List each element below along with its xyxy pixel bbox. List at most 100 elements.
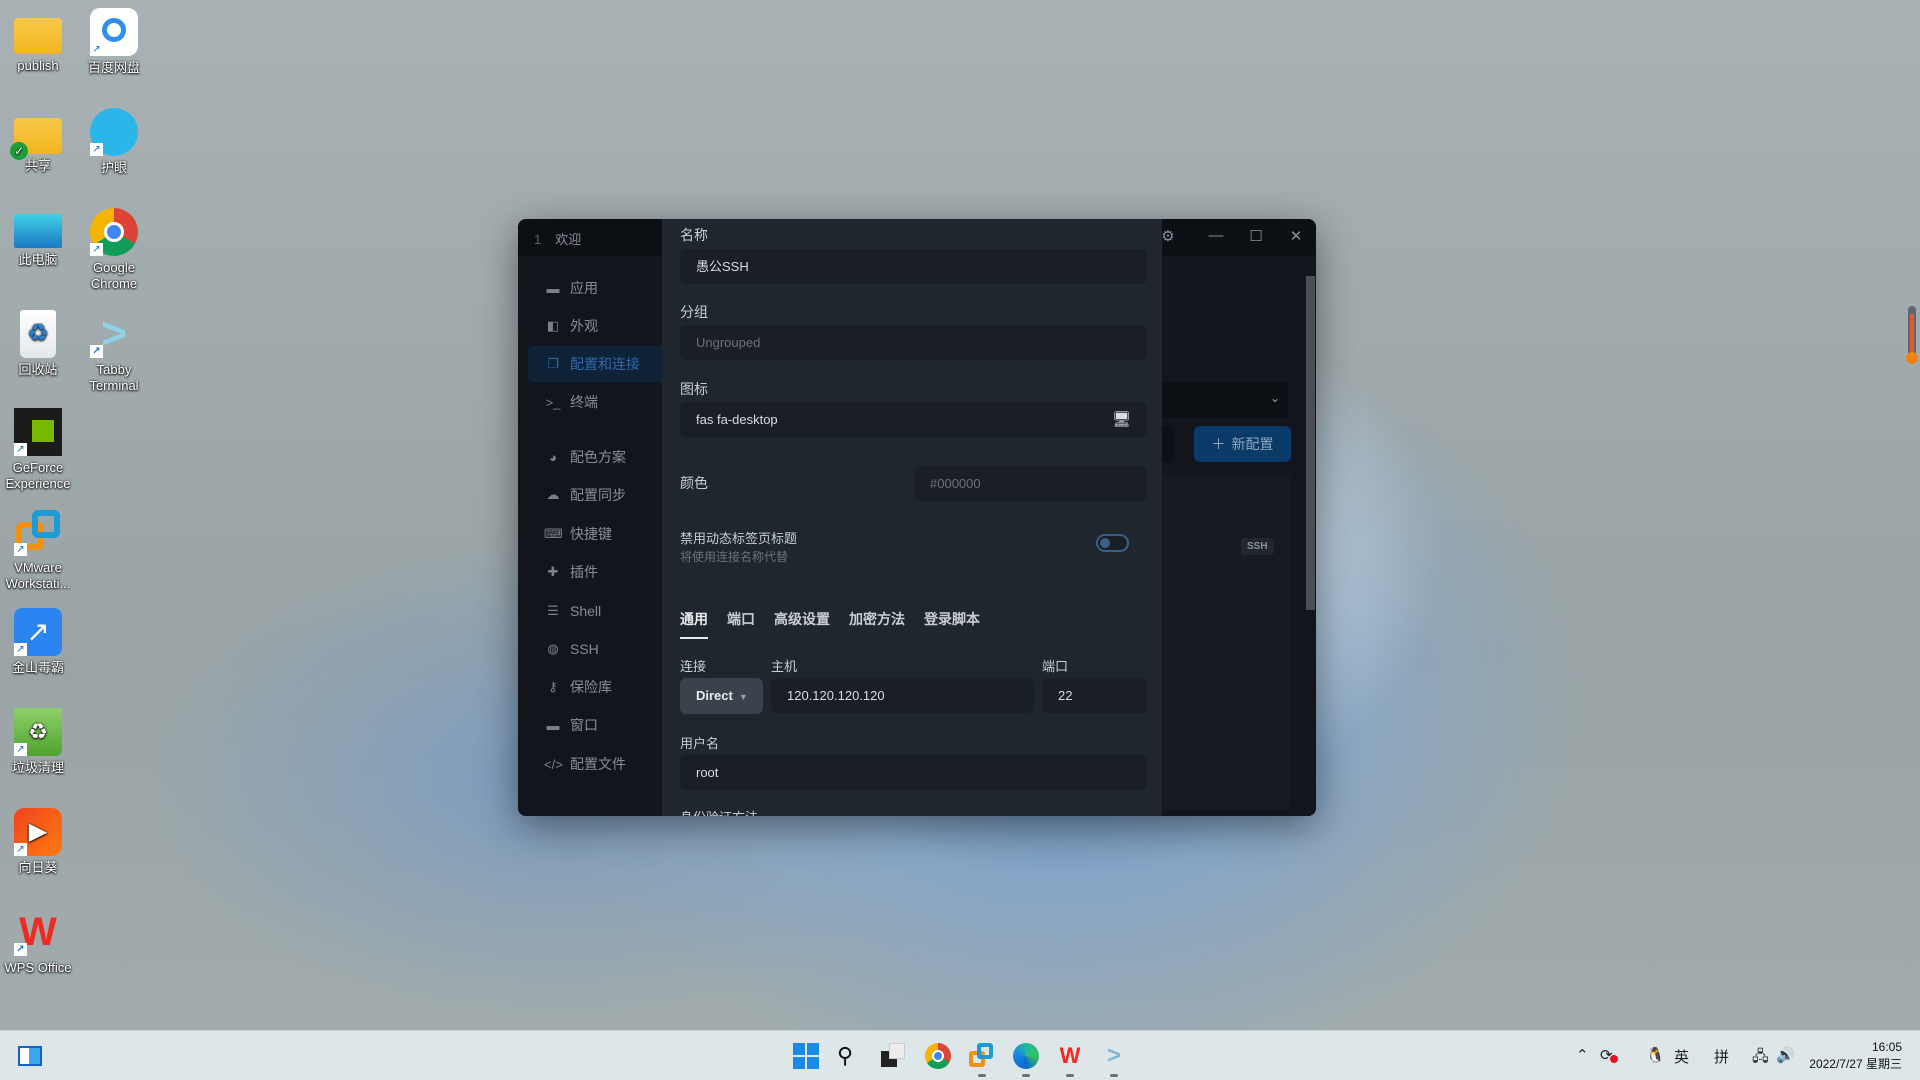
- tab-ports[interactable]: 端口: [727, 609, 755, 639]
- window-icon: ▬: [546, 280, 560, 296]
- sync-icon[interactable]: ⟳: [1600, 1046, 1618, 1064]
- sidebar-item-window[interactable]: ▬ 窗口: [528, 707, 662, 743]
- edge-icon[interactable]: [1013, 1043, 1039, 1077]
- profiles-panel: ⌄ ＋ 新配置 SSH: [1162, 256, 1316, 816]
- geforce-icon: ↗: [14, 408, 62, 456]
- folder-icon: [14, 18, 62, 54]
- thermometer-widget[interactable]: [1906, 306, 1918, 364]
- scrollbar[interactable]: [1306, 276, 1315, 610]
- profile-list: SSH: [1162, 475, 1291, 810]
- profile-type-badge: SSH: [1241, 538, 1274, 555]
- clock-time: 16:05: [1871, 1040, 1902, 1054]
- name-input[interactable]: 愚公SSH: [680, 249, 1147, 284]
- desktop-icon-label: 此电脑: [18, 252, 58, 267]
- tabby-icon[interactable]: >: [1101, 1043, 1127, 1077]
- minimize-button[interactable]: —: [1206, 227, 1226, 244]
- host-label: 主机: [771, 659, 798, 674]
- ime-language[interactable]: 英: [1674, 1046, 1689, 1067]
- desktop-icon-wps[interactable]: W ↗ WPS Office: [0, 908, 80, 976]
- sidebar-item-plugins[interactable]: ✚ 插件: [528, 554, 662, 590]
- window-icon: ▬: [546, 717, 560, 733]
- group-input[interactable]: Ungrouped: [680, 325, 1147, 360]
- sidebar-item-label: SSH: [570, 641, 599, 657]
- sidebar-item-vault[interactable]: ⚷ 保险库: [528, 669, 662, 705]
- search-icon[interactable]: ⚲: [837, 1043, 863, 1069]
- sidebar-item-label: 配置同步: [570, 487, 626, 503]
- chrome-icon: ↗: [90, 208, 138, 256]
- volume-icon[interactable]: 🔊: [1776, 1046, 1795, 1064]
- show-hidden-icons-chevron[interactable]: ⌃: [1576, 1046, 1589, 1064]
- desktop-icon-sunflower[interactable]: ▶ ↗ 向日葵: [0, 808, 80, 876]
- sidebar-item-sync[interactable]: ☁ 配置同步: [528, 477, 662, 513]
- connection-dropdown[interactable]: Direct ▼: [680, 678, 763, 714]
- clock[interactable]: 16:05 2022/7/27 星期三: [1809, 1039, 1902, 1073]
- tab-ciphers[interactable]: 加密方法: [849, 609, 905, 639]
- desktop-icon-publish[interactable]: publish: [0, 10, 80, 74]
- desktop-icon-kingsoft[interactable]: ↗ ↗ 金山毒霸: [0, 608, 80, 676]
- profile-search-input[interactable]: [1162, 426, 1174, 462]
- sidebar-item-label: 插件: [570, 564, 598, 580]
- sidebar-item-label: 快捷键: [570, 526, 612, 542]
- desktop-icon-baidu[interactable]: ↗ 百度网盘: [72, 8, 156, 76]
- desktop-icon-recycle[interactable]: ♻ 回收站: [0, 310, 80, 378]
- ime-mode[interactable]: 拼: [1714, 1046, 1729, 1067]
- tab-login-scripts[interactable]: 登录脚本: [924, 609, 980, 639]
- desktop-icon-label: 百度网盘: [87, 60, 140, 75]
- tab-advanced[interactable]: 高级设置: [774, 609, 830, 639]
- start-icon[interactable]: [793, 1043, 819, 1069]
- sidebar-item-profiles[interactable]: ❐ 配置和连接: [528, 346, 662, 382]
- sidebar-item-configfile[interactable]: </> 配置文件: [528, 746, 662, 782]
- cloud-icon: ☁: [546, 487, 560, 502]
- desktop-icon-label: GeForce Experience: [5, 460, 71, 491]
- new-profile-button[interactable]: ＋ 新配置: [1194, 426, 1291, 462]
- desktop-icon-thispc[interactable]: 此电脑: [0, 210, 80, 268]
- username-input[interactable]: root: [680, 755, 1147, 790]
- sidebar-item-ssh[interactable]: ◍ SSH: [528, 631, 662, 667]
- settings-sidebar: ▬ 应用 ◧ 外观 ❐ 配置和连接 >_ 终端 ◕ 配色方案 ☁ 配置同步 ⌨ 快捷键 ✚ 插件…: [518, 256, 662, 816]
- wps-icon[interactable]: W: [1057, 1043, 1083, 1077]
- sidebar-item-terminal[interactable]: >_ 终端: [528, 384, 662, 420]
- desktop-icon-geforce[interactable]: ↗ GeForce Experience: [0, 408, 80, 492]
- sidebar-item-label: 保险库: [570, 679, 612, 695]
- desktop-icon-vmware[interactable]: ↗ VMware Workstati...: [0, 508, 80, 592]
- sidebar-item-application[interactable]: ▬ 应用: [528, 270, 662, 306]
- sidebar-item-colorscheme[interactable]: ◕ 配色方案: [528, 439, 662, 475]
- maximize-button[interactable]: ☐: [1246, 227, 1266, 245]
- sidebar-item-shell[interactable]: ☰ Shell: [528, 593, 662, 629]
- sidebar-item-appearance[interactable]: ◧ 外观: [528, 308, 662, 344]
- task-view-icon[interactable]: [881, 1043, 907, 1069]
- desktop-icon-eyecare[interactable]: ↗ 护眼: [72, 108, 156, 176]
- port-input[interactable]: 22: [1042, 678, 1147, 713]
- dynamic-title-toggle[interactable]: [1096, 534, 1129, 552]
- tab-welcome[interactable]: 1 欢迎: [534, 229, 581, 248]
- desktop-icon-chrome[interactable]: ↗ Google Chrome: [72, 208, 156, 292]
- vmware-icon[interactable]: [969, 1043, 995, 1077]
- tab-general[interactable]: 通用: [680, 609, 708, 639]
- profile-item[interactable]: SSH: [1162, 475, 1291, 585]
- sidebar-item-hotkeys[interactable]: ⌨ 快捷键: [528, 516, 662, 552]
- chevron-down-icon: ⌄: [1269, 391, 1280, 405]
- host-input[interactable]: 120.120.120.120: [771, 678, 1034, 713]
- dynamic-title-label: 禁用动态标签页标题: [680, 531, 798, 546]
- dynamic-title-hint: 将使用连接名称代替: [680, 550, 789, 564]
- desktop-icon-junkcleaner[interactable]: ♻ ↗ 垃圾清理: [0, 708, 80, 776]
- desktop-icon-tabby[interactable]: > ↗ Tabby Terminal: [72, 310, 156, 394]
- taskbar: ⚲ W > ⌃ ⟳ 🐧 英 拼 🖧 🔊 16:05 2022/7/27 星期三: [0, 1030, 1920, 1080]
- network-icon[interactable]: 🖧: [1752, 1046, 1769, 1071]
- kingsoft-antivirus-icon: ↗ ↗: [14, 608, 62, 656]
- desktop-icon-shared[interactable]: ✓ 共享: [0, 110, 80, 174]
- sidebar-item-label: 配置和连接: [570, 356, 640, 372]
- sidebar-item-label: 终端: [570, 394, 598, 410]
- close-button[interactable]: ✕: [1286, 227, 1306, 245]
- widgets-icon[interactable]: [18, 1046, 42, 1066]
- palette-swatch-icon: ◧: [546, 318, 560, 333]
- new-profile-label: 新配置: [1231, 436, 1274, 452]
- icon-input[interactable]: fas fa-desktop 🖥: [680, 402, 1147, 437]
- chrome-icon[interactable]: [925, 1043, 951, 1069]
- junk-cleaner-icon: ♻ ↗: [14, 708, 62, 756]
- icon-label: 图标: [680, 381, 708, 397]
- qq-icon[interactable]: 🐧: [1646, 1046, 1665, 1064]
- profile-filter-dropdown[interactable]: ⌄: [1162, 382, 1288, 418]
- sidebar-item-label: 配置文件: [570, 756, 626, 772]
- color-input[interactable]: #000000: [914, 466, 1147, 501]
